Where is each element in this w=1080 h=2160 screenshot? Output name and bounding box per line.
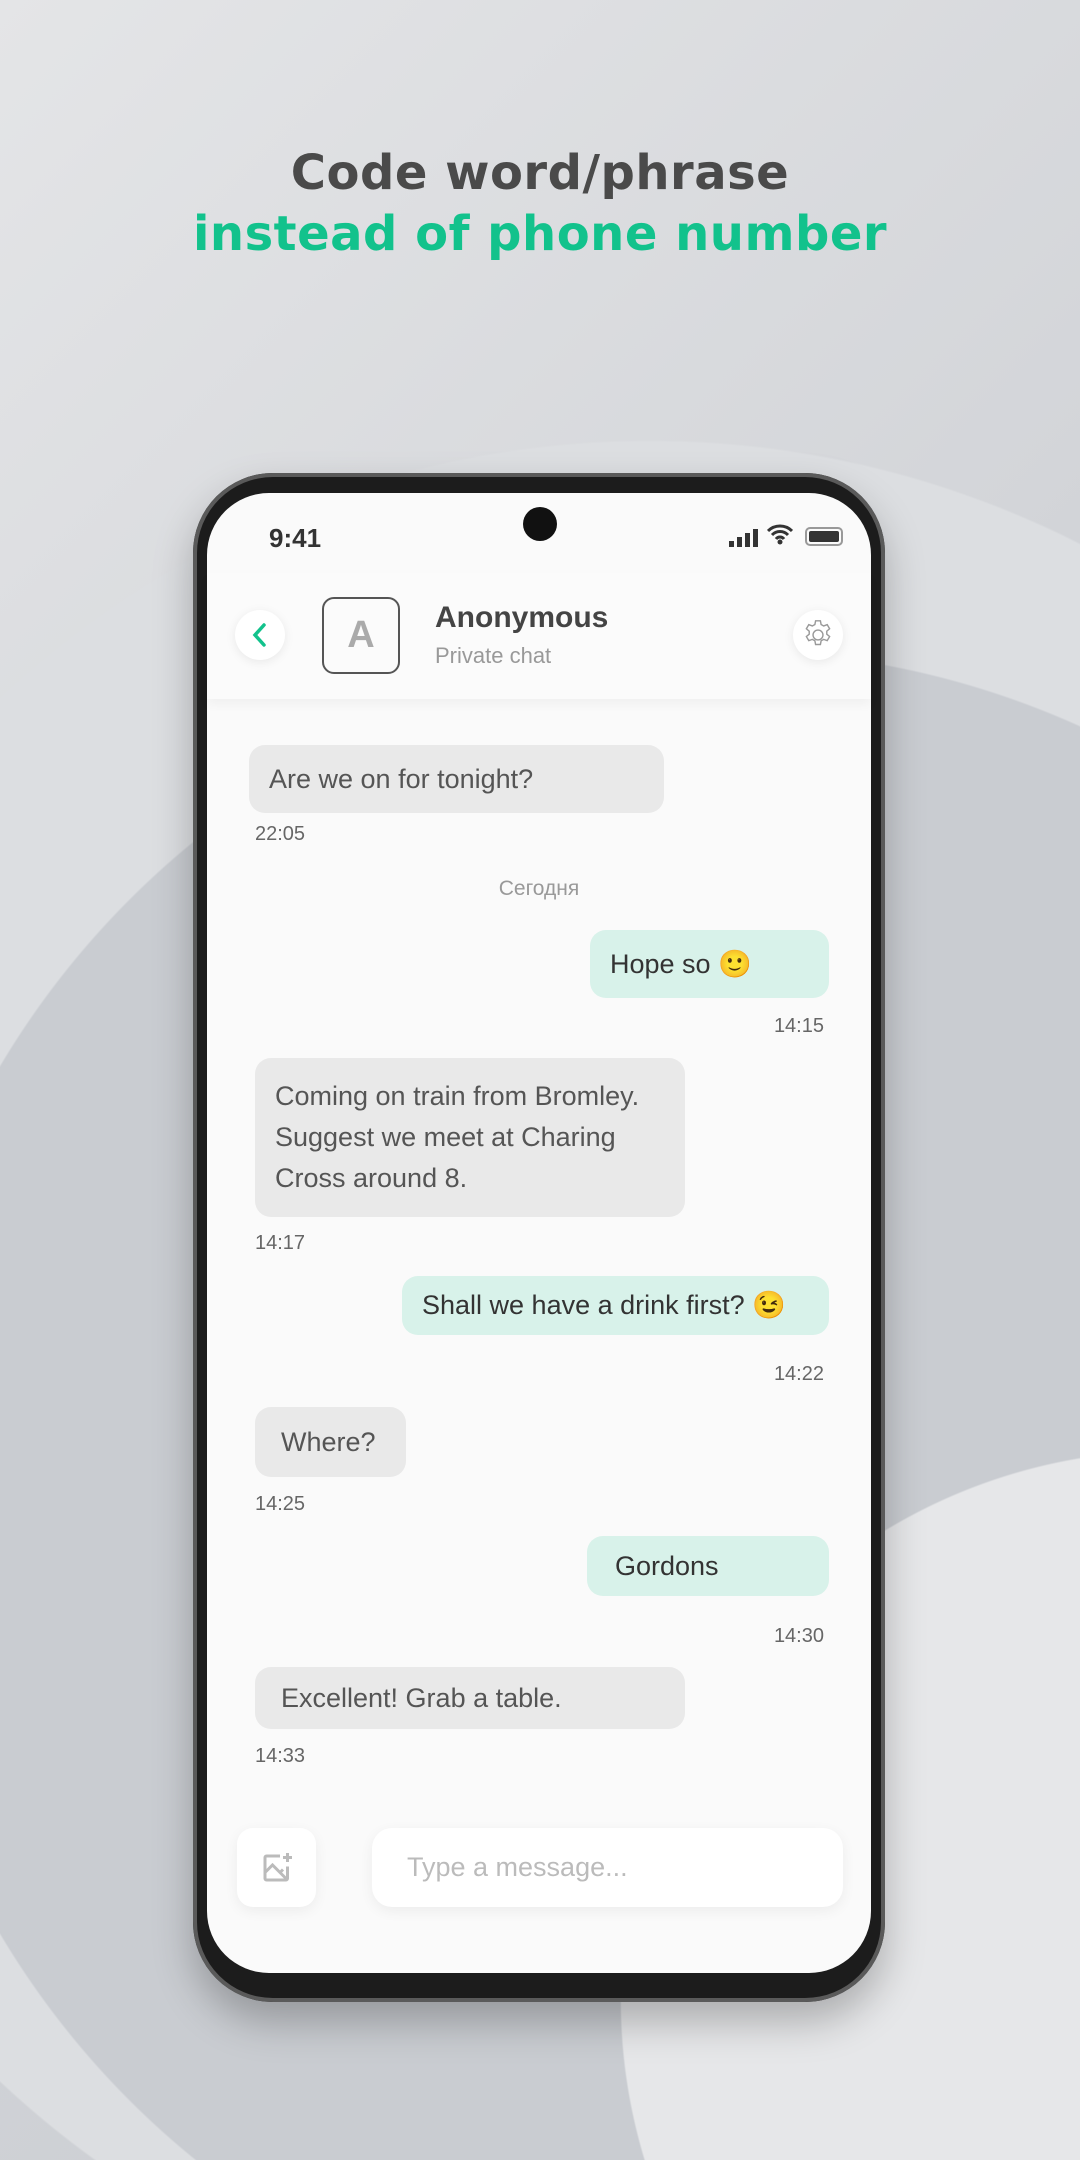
message-bubble: Hope so 🙂 [590,930,829,998]
message-time: 14:25 [255,1493,306,1515]
signal-icon [729,529,758,547]
message-time: 22:05 [255,823,306,845]
message-bubble: Excellent! Grab a table. [255,1667,685,1729]
avatar: A [322,597,400,674]
battery-icon [805,527,843,546]
camera [523,507,557,541]
avatar-letter: A [347,614,375,656]
settings-button[interactable] [793,610,843,660]
message-time: 14:15 [773,1015,824,1037]
headline-line2: instead of phone number [192,206,888,262]
message-input[interactable]: Type a message... [372,1828,843,1907]
message-text: Where? [281,1426,376,1457]
message-text: Excellent! Grab a table. [281,1682,562,1713]
contact-subtitle: Private chat [435,643,552,668]
message-time: 14:17 [255,1232,306,1254]
image-add-icon [263,1852,292,1881]
message-text: Are we on for tonight? [269,763,534,794]
message-bubble: Shall we have a drink first? 😉 [402,1276,829,1335]
message-bubble: Where? [255,1407,406,1477]
attach-image-button[interactable] [237,1828,316,1907]
message-bubble: Coming on train from Bromley. Suggest we… [255,1058,685,1217]
headline-line1: Code word/phrase [290,145,790,201]
message-text: Gordons [615,1550,719,1581]
phone-screen: 9:41 A Anonymous Private chat Are we on … [207,493,871,1973]
message-text: Shall we have a drink first? 😉 [422,1290,786,1320]
message-time: 14:33 [255,1745,306,1767]
message-time: 14:30 [773,1625,824,1647]
chat-header [207,573,871,699]
gear-icon [805,620,831,646]
message-bubble: Gordons [587,1536,829,1596]
message-time: 14:22 [773,1363,824,1385]
status-time: 9:41 [269,523,322,553]
message-bubble: Are we on for tonight? [249,745,664,813]
contact-name: Anonymous [435,601,609,634]
date-separator: Сегодня [498,877,580,900]
message-text: Coming on train from Bromley. Suggest we… [275,1081,640,1193]
message-input-placeholder: Type a message... [407,1852,628,1882]
message-text: Hope so 🙂 [610,948,752,979]
chevron-left-icon [252,623,266,647]
wifi-icon [766,523,794,550]
back-button[interactable] [235,610,285,660]
